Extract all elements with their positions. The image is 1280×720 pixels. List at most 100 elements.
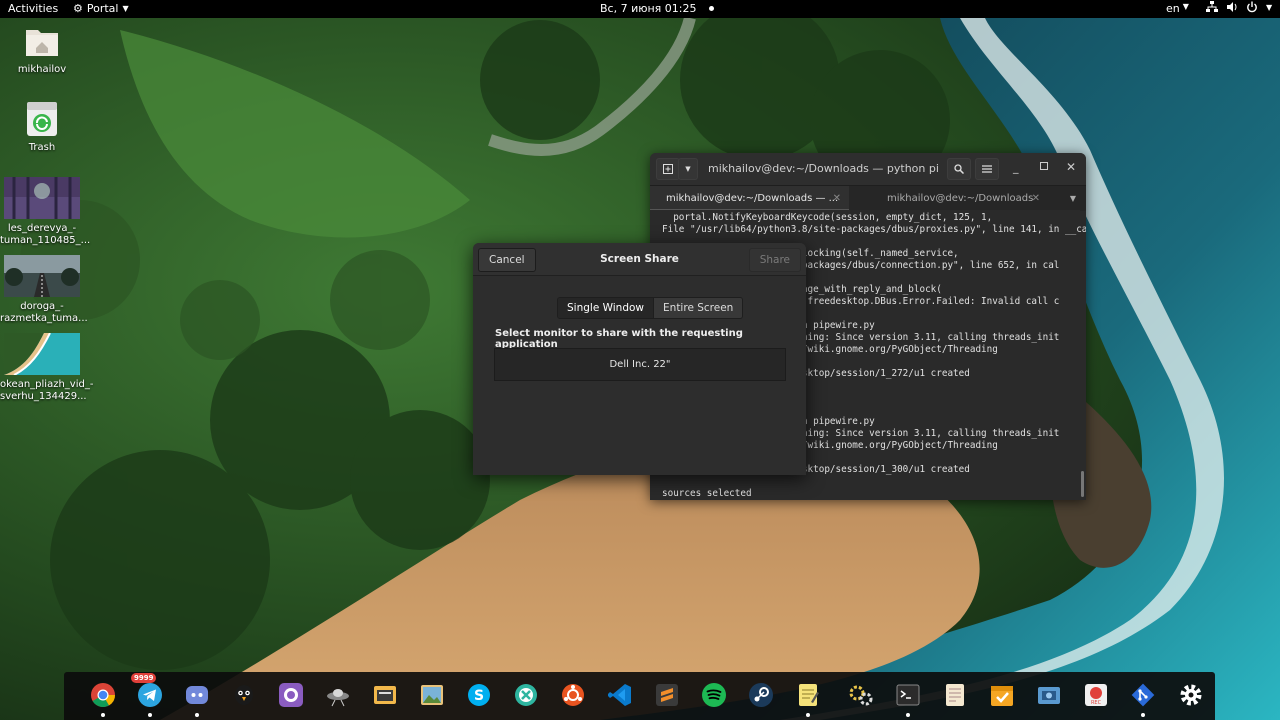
terminal-headerbar[interactable]: ▼ mikhailov@dev:~/Downloads — python pip… — [650, 153, 1086, 186]
image-thumbnail — [4, 333, 80, 375]
hamburger-menu-button[interactable] — [975, 158, 999, 180]
desktop-icon-home[interactable]: mikhailov — [0, 24, 84, 76]
terminal-scrollbar[interactable] — [1081, 471, 1084, 497]
share-button[interactable]: Share — [748, 248, 801, 272]
dock-item-ufo-app[interactable] — [325, 682, 351, 708]
desktop-icon-label: doroga_-razmetka_tuma... — [0, 301, 88, 324]
dock-item-settings-alt[interactable] — [848, 682, 874, 708]
dock-item-image-viewer[interactable] — [419, 682, 445, 708]
running-indicator — [806, 713, 810, 717]
clock[interactable]: Вс, 7 июня 01:25 — [600, 2, 714, 15]
maximize-icon[interactable] — [1040, 162, 1048, 170]
top-bar: Activities ⚙ Portal ▼ Вс, 7 июня 01:25 e… — [0, 0, 1280, 18]
desktop-icon-label: les_derevya_-tuman_110485_... — [0, 223, 91, 246]
keyboard-layout-label: en — [1166, 2, 1180, 15]
dock: 9999 S REC — [64, 672, 1215, 720]
dock-item-bird-app[interactable] — [231, 682, 257, 708]
dock-item-telegram[interactable]: 9999 — [131, 673, 163, 717]
tabs-overflow-chevron-icon[interactable]: ▼ — [1070, 186, 1076, 211]
desktop-icon-image-1[interactable]: les_derevya_-tuman_110485_... — [0, 177, 91, 247]
git-app-icon — [1131, 683, 1155, 707]
search-icon — [954, 164, 964, 174]
terminal-title: mikhailov@dev:~/Downloads — python pipew… — [708, 162, 938, 175]
desktop-icon-trash[interactable]: Trash — [0, 100, 84, 154]
terminal-line: ​ — [662, 476, 1080, 488]
crossover-icon — [515, 684, 537, 706]
activities-button[interactable]: Activities — [8, 2, 58, 15]
discord-icon — [186, 686, 208, 704]
ubuntu-app-icon — [562, 684, 584, 706]
ufo-app-icon — [327, 689, 349, 707]
gear-icon — [1180, 684, 1202, 706]
monitor-prompt-label: Select monitor to share with the request… — [495, 328, 743, 350]
dock-item-skype[interactable]: S — [466, 682, 492, 708]
single-window-toggle[interactable]: Single Window — [558, 298, 655, 318]
volume-icon — [1227, 2, 1237, 12]
system-tray[interactable]: ▼ — [1206, 1, 1272, 13]
dock-item-files[interactable] — [372, 682, 398, 708]
terminal-tabs: mikhailov@dev:~/Downloads — ... ✕ mikhai… — [650, 186, 1086, 211]
svg-text:S: S — [474, 688, 484, 704]
chevron-down-icon: ▼ — [1182, 2, 1189, 11]
running-indicator — [148, 713, 152, 717]
notification-dot-icon — [708, 6, 714, 11]
tab-menu-button[interactable]: ▼ — [678, 158, 698, 180]
close-icon[interactable]: ✕ — [1066, 160, 1076, 174]
hamburger-icon — [982, 165, 992, 173]
dock-item-chrome[interactable] — [90, 682, 116, 717]
dock-item-recorder[interactable]: REC — [1083, 682, 1109, 708]
minimize-icon[interactable]: _ — [1013, 161, 1019, 174]
keyboard-layout-indicator[interactable]: en ▼ — [1166, 2, 1189, 15]
terminal-line: sources selected — [662, 488, 752, 499]
close-icon[interactable]: ✕ — [1032, 186, 1040, 211]
recorder-icon: REC — [1085, 684, 1107, 706]
trash-icon — [27, 102, 57, 136]
app-menu[interactable]: ⚙ Portal ▼ — [73, 2, 129, 15]
dock-item-terminal[interactable] — [895, 682, 921, 717]
dock-item-steam[interactable] — [748, 682, 774, 708]
desktop-icon-image-2[interactable]: doroga_-razmetka_tuma... — [0, 255, 88, 325]
dock-item-vscode[interactable] — [607, 682, 633, 708]
gears-icon — [849, 685, 873, 706]
files-icon — [374, 686, 396, 704]
running-indicator — [906, 713, 910, 717]
dock-item-ubuntu-app[interactable] — [560, 682, 586, 708]
dock-item-sublime[interactable] — [654, 682, 680, 708]
new-tab-button[interactable] — [656, 158, 680, 180]
todo-icon — [991, 686, 1013, 706]
terminal-icon — [896, 684, 920, 706]
terminal-tab-1[interactable]: mikhailov@dev:~/Downloads — ... ✕ — [650, 186, 849, 211]
sublime-icon — [656, 684, 678, 706]
dock-item-spotify[interactable] — [701, 682, 727, 708]
app-menu-label: Portal — [86, 2, 119, 15]
desktop-icon-label: mikhailov — [17, 64, 67, 75]
dock-item-discord[interactable] — [184, 682, 210, 717]
dock-item-notes[interactable] — [795, 682, 821, 717]
home-folder-icon — [26, 30, 58, 56]
dock-item-screenshot[interactable] — [1036, 682, 1062, 708]
dock-item-todo[interactable] — [989, 682, 1015, 708]
close-icon[interactable]: ✕ — [833, 186, 841, 209]
desktop-icon-label: okean_pliazh_vid_-sverhu_134429... — [0, 379, 94, 402]
dock-item-crossover[interactable] — [513, 682, 539, 708]
screenshot-icon — [1038, 687, 1060, 704]
image-thumbnail — [4, 177, 80, 219]
desktop-icon-image-3[interactable]: okean_pliazh_vid_-sverhu_134429... — [0, 333, 94, 403]
search-button[interactable] — [947, 158, 971, 180]
new-tab-icon — [663, 164, 673, 174]
gear-icon: ⚙ — [73, 2, 83, 15]
spotify-icon — [702, 683, 726, 707]
monitor-list-item[interactable]: Dell Inc. 22" — [494, 348, 786, 381]
skype-icon: S — [468, 684, 490, 706]
dock-item-text-editor[interactable] — [942, 682, 968, 708]
power-icon — [1247, 1, 1257, 13]
dock-item-git-app[interactable] — [1130, 682, 1156, 717]
dock-item-github[interactable] — [278, 682, 304, 708]
dock-item-settings[interactable] — [1178, 682, 1204, 708]
terminal-line: portal.NotifyKeyboardKeycode(session, em… — [662, 212, 993, 223]
text-editor-icon — [946, 684, 964, 706]
terminal-tab-label: mikhailov@dev:~/Downloads — [887, 193, 1034, 204]
terminal-tab-2[interactable]: mikhailov@dev:~/Downloads ✕ — [849, 186, 1048, 211]
entire-screen-toggle[interactable]: Entire Screen — [654, 298, 743, 318]
share-mode-switcher: Single Window Entire Screen — [557, 297, 744, 319]
